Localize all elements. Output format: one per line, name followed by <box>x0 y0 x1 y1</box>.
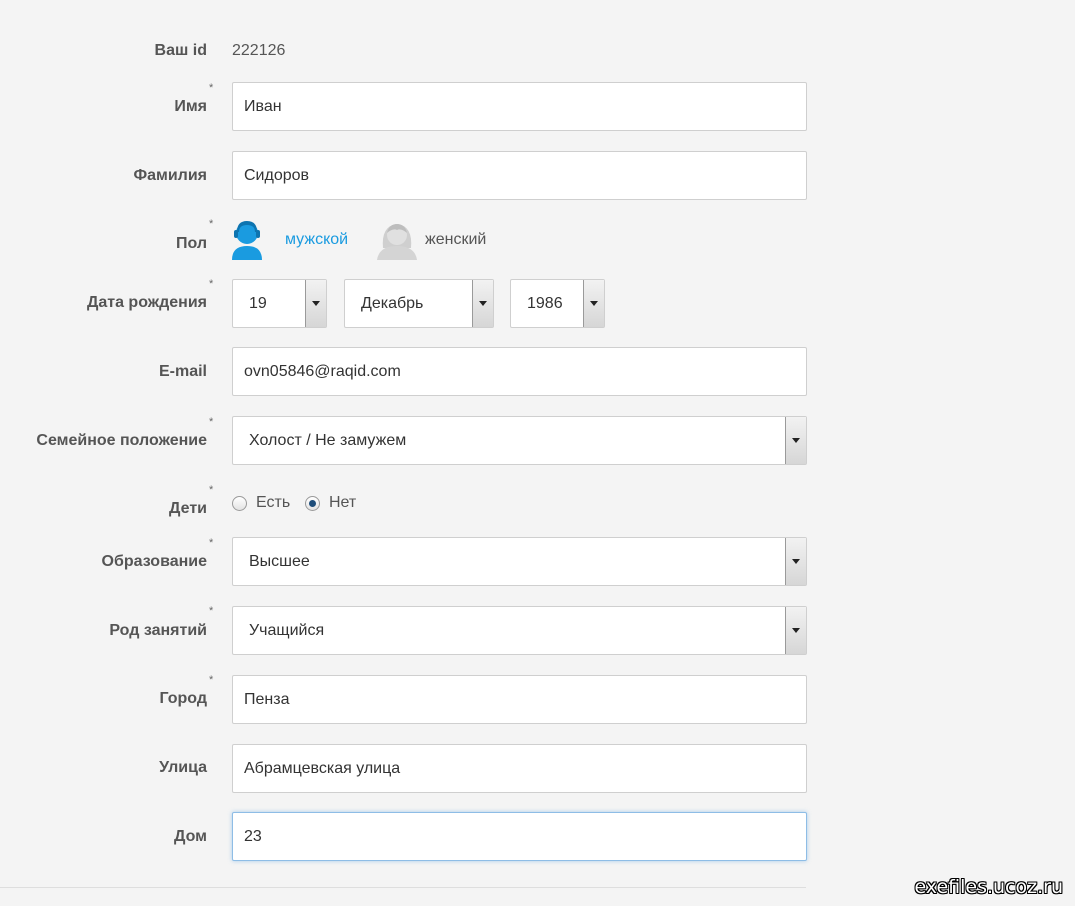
gender-male-label: мужской <box>285 230 349 248</box>
id-value: 222126 <box>232 42 286 59</box>
birth-day-select[interactable]: 19 <box>232 279 327 328</box>
house-field[interactable]: 23 <box>232 812 807 861</box>
marital-status-value: Холост / Не замужем <box>249 431 407 449</box>
occupation-value: Учащийся <box>249 621 325 639</box>
email-label: E-mail <box>158 363 207 380</box>
required-marker: * <box>209 416 214 428</box>
birth-month-value: Декабрь <box>361 294 424 312</box>
gender-female-label: женский <box>425 230 487 248</box>
female-avatar-icon <box>373 218 421 261</box>
divider <box>0 887 806 888</box>
required-marker: * <box>209 537 214 549</box>
id-label: Ваш id <box>154 42 207 59</box>
first-name-value: Иван <box>244 97 282 115</box>
birth-day-value: 19 <box>249 294 267 312</box>
birth-month-select[interactable]: Декабрь <box>344 279 494 328</box>
city-label: Город <box>159 690 207 707</box>
house-label: Дом <box>174 828 207 845</box>
street-label: Улица <box>159 759 207 776</box>
required-marker: * <box>209 218 214 230</box>
watermark: exefiles.ucoz.ru <box>914 876 1063 898</box>
children-yes-label: Есть <box>256 494 291 511</box>
occupation-select[interactable]: Учащийся <box>232 606 807 655</box>
education-value: Высшее <box>249 552 310 570</box>
first-name-field[interactable]: Иван <box>232 82 807 131</box>
education-label: Образование <box>101 553 207 570</box>
last-name-value: Сидоров <box>244 166 310 184</box>
chevron-down-icon[interactable] <box>472 280 493 327</box>
gender-label: Пол <box>175 235 207 252</box>
city-value: Пенза <box>244 690 290 708</box>
chevron-down-icon[interactable] <box>583 280 604 327</box>
gender-male-option[interactable]: мужской <box>230 218 348 261</box>
marital-status-label: Семейное положение <box>36 432 207 449</box>
children-no-option[interactable]: Нет <box>305 494 356 512</box>
street-value: Абрамцевская улица <box>244 759 401 777</box>
required-marker: * <box>209 605 214 617</box>
street-field[interactable]: Абрамцевская улица <box>232 744 807 793</box>
chevron-down-icon[interactable] <box>305 280 326 327</box>
email-field[interactable]: ovn05846@raqid.com <box>232 347 807 396</box>
occupation-label: Род занятий <box>109 622 207 639</box>
birth-year-value: 1986 <box>527 294 563 312</box>
birth-date-label: Дата рождения <box>86 294 207 311</box>
chevron-down-icon[interactable] <box>785 538 806 585</box>
birth-year-select[interactable]: 1986 <box>510 279 605 328</box>
male-avatar-icon <box>230 218 264 261</box>
chevron-down-icon[interactable] <box>785 607 806 654</box>
education-select[interactable]: Высшее <box>232 537 807 586</box>
required-marker: * <box>209 82 214 94</box>
first-name-label: Имя <box>174 98 207 115</box>
required-marker: * <box>209 278 214 290</box>
last-name-label: Фамилия <box>133 167 207 184</box>
children-no-label: Нет <box>329 494 357 511</box>
required-marker: * <box>209 674 214 686</box>
radio-checked-icon[interactable] <box>305 495 320 511</box>
radio-unchecked-icon[interactable] <box>232 495 247 511</box>
last-name-field[interactable]: Сидоров <box>232 151 807 200</box>
gender-female-option[interactable]: женский <box>373 218 486 261</box>
children-label: Дети <box>169 500 207 517</box>
city-field[interactable]: Пенза <box>232 675 807 724</box>
chevron-down-icon[interactable] <box>785 417 806 464</box>
children-yes-option[interactable]: Есть <box>232 494 290 512</box>
house-value: 23 <box>244 827 262 845</box>
profile-form: Ваш id 222126 Имя * Иван Фамилия Сидоров… <box>0 0 1075 906</box>
required-marker: * <box>209 484 214 496</box>
marital-status-select[interactable]: Холост / Не замужем <box>232 416 807 465</box>
email-value: ovn05846@raqid.com <box>244 362 401 380</box>
